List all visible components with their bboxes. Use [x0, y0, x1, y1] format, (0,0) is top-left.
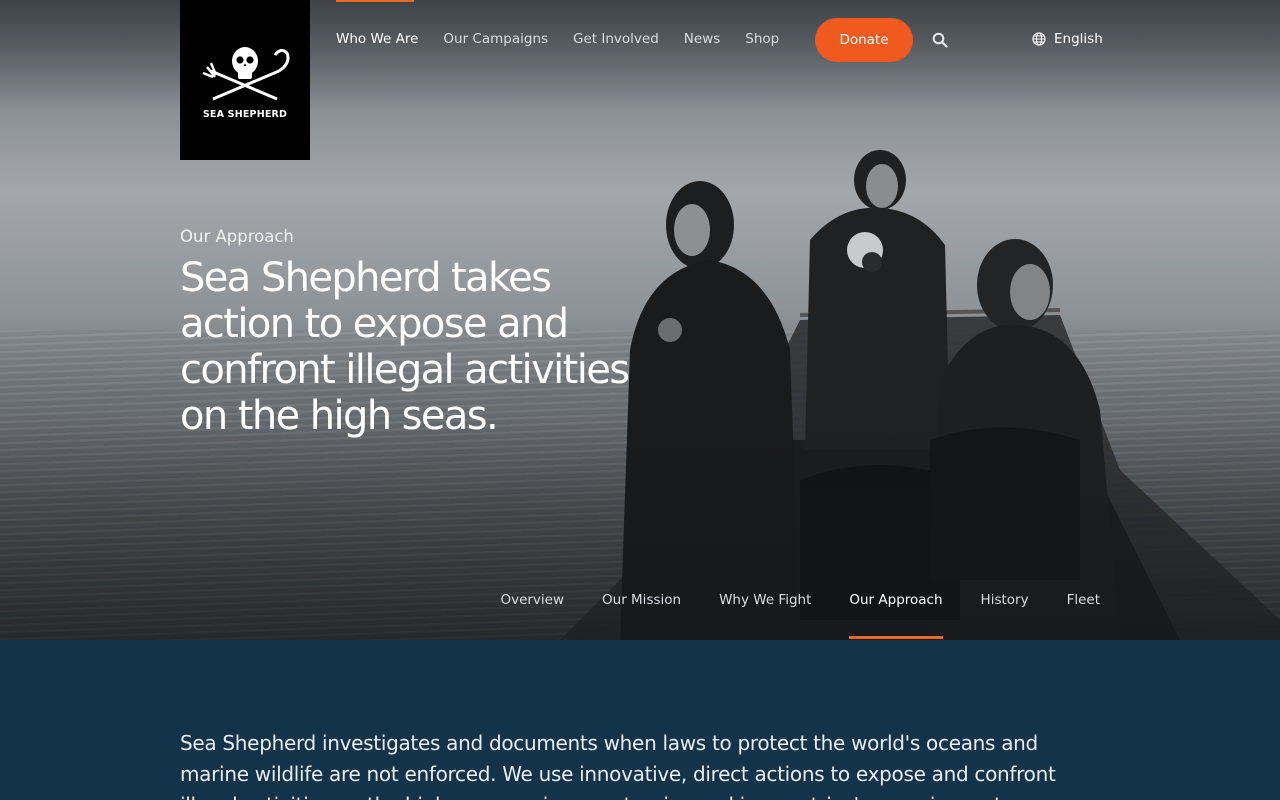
- language-selector[interactable]: English: [1032, 31, 1103, 47]
- main-nav: Who We Are Our Campaigns Get Involved Ne…: [336, 31, 804, 47]
- hero-eyebrow: Our Approach: [180, 227, 294, 246]
- subnav-item-our-approach[interactable]: Our Approach: [849, 592, 943, 639]
- jolly-roger-logo-icon: [202, 46, 290, 100]
- subnav-item-history[interactable]: History: [981, 592, 1029, 608]
- nav-item-our-campaigns[interactable]: Our Campaigns: [443, 31, 548, 47]
- hero-headline: Sea Shepherd takes action to expose and …: [180, 255, 630, 439]
- donate-button[interactable]: Donate: [815, 18, 913, 62]
- site-logo[interactable]: SEA SHEPHERD: [180, 0, 310, 160]
- nav-item-get-involved[interactable]: Get Involved: [573, 31, 659, 47]
- nav-item-shop[interactable]: Shop: [745, 31, 779, 47]
- logo-wordmark: SEA SHEPHERD: [202, 108, 288, 120]
- search-icon[interactable]: [931, 31, 949, 49]
- subnav-item-why-we-fight[interactable]: Why We Fight: [719, 592, 811, 608]
- subnav-item-fleet[interactable]: Fleet: [1067, 592, 1100, 608]
- nav-active-indicator: [336, 0, 414, 2]
- section-subnav: Overview Our Mission Why We Fight Our Ap…: [462, 592, 1100, 639]
- subnav-item-overview[interactable]: Overview: [500, 592, 564, 608]
- nav-item-who-we-are[interactable]: Who We Are: [336, 31, 418, 47]
- nav-item-news[interactable]: News: [684, 31, 720, 47]
- globe-icon: [1032, 32, 1046, 46]
- language-label: English: [1054, 31, 1103, 47]
- subnav-item-our-mission[interactable]: Our Mission: [602, 592, 681, 608]
- intro-paragraph: Sea Shepherd investigates and documents …: [180, 731, 1056, 800]
